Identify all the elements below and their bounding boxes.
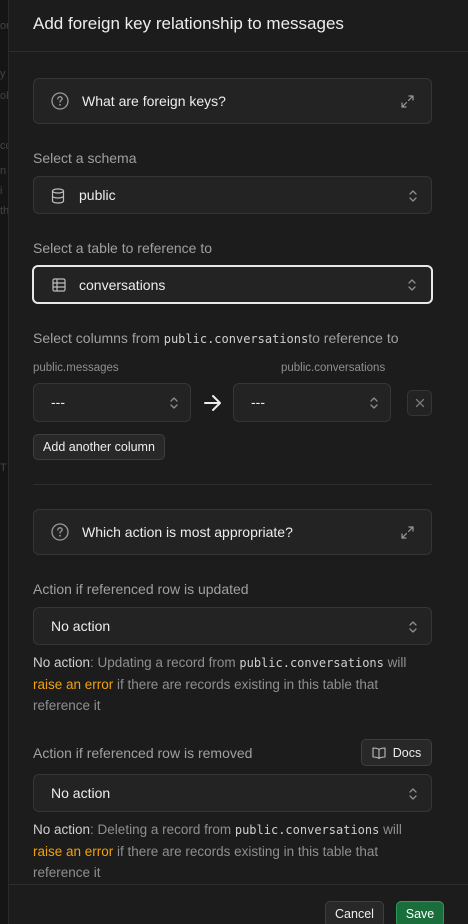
source-column-select[interactable]: --- <box>33 383 191 422</box>
on-update-label: Action if referenced row is updated <box>33 581 249 597</box>
on-update-desc-text: reference it <box>33 698 101 713</box>
on-delete-desc-text: will <box>379 822 402 837</box>
save-button[interactable]: Save <box>396 901 444 924</box>
on-delete-select[interactable]: No action <box>33 774 432 812</box>
panel-title: Add foreign key relationship to messages <box>33 14 344 33</box>
on-delete-desc-text: if there are records existing in this ta… <box>113 844 379 859</box>
foreign-keys-help-label: What are foreign keys? <box>82 93 226 109</box>
backdrop-text: T <box>0 462 7 474</box>
on-delete-desc-text: : Deleting a record from <box>90 822 235 837</box>
panel-footer: Cancel Save <box>9 884 468 924</box>
docs-button-label: Docs <box>392 745 422 760</box>
add-another-column-button[interactable]: Add another column <box>33 434 165 460</box>
cancel-button[interactable]: Cancel <box>325 901 384 924</box>
question-circle-icon <box>51 523 69 541</box>
on-update-desc-strong: No action <box>33 655 91 670</box>
on-delete-description: No action: Deleting a record from public… <box>33 819 432 883</box>
backdrop-text: y <box>0 68 6 80</box>
on-update-select[interactable]: No action <box>33 607 432 645</box>
table-reference-value: conversations <box>79 277 166 293</box>
panel-header: Add foreign key relationship to messages <box>9 0 468 52</box>
table-reference-select[interactable]: conversations <box>32 265 433 304</box>
section-divider <box>33 484 432 485</box>
target-column-value: --- <box>251 394 265 410</box>
on-delete-label: Action if referenced row is removed <box>33 745 253 761</box>
action-help-collapsible[interactable]: Which action is most appropriate? <box>33 509 432 555</box>
database-icon <box>51 188 65 204</box>
close-icon <box>415 398 424 408</box>
source-column-value: --- <box>51 394 65 410</box>
backdrop-text: i <box>0 185 3 197</box>
on-delete-desc-warning: raise an error <box>33 844 114 859</box>
schema-select[interactable]: public <box>33 176 432 214</box>
arrow-right-icon <box>204 395 221 411</box>
chevron-up-down-icon <box>408 279 416 291</box>
columns-label-suffix: to reference to <box>308 330 399 346</box>
on-delete-value: No action <box>51 785 111 801</box>
on-update-desc-code: public.conversations <box>239 656 384 670</box>
table-reference-label: Select a table to reference to <box>33 240 212 256</box>
target-column-select[interactable]: --- <box>233 383 391 422</box>
foreign-keys-help-collapsible[interactable]: What are foreign keys? <box>33 78 432 124</box>
on-update-desc-warning: raise an error <box>33 677 114 692</box>
target-table-header: public.conversations <box>281 362 386 374</box>
expand-arrows-icon[interactable] <box>401 95 414 108</box>
question-circle-icon <box>51 92 69 110</box>
on-delete-desc-strong: No action <box>33 822 91 837</box>
on-update-desc-text: : Updating a record from <box>90 655 240 670</box>
chevron-up-down-icon <box>409 788 417 800</box>
backdrop-text: n <box>0 165 7 177</box>
chevron-up-down-icon <box>170 397 178 409</box>
on-update-desc-text: if there are records existing in this ta… <box>113 677 379 692</box>
chevron-up-down-icon <box>409 190 417 202</box>
source-table-header: public.messages <box>33 362 119 374</box>
columns-label-code: public.conversations <box>163 332 309 346</box>
action-help-label: Which action is most appropriate? <box>82 524 293 540</box>
chevron-up-down-icon <box>370 397 378 409</box>
chevron-up-down-icon <box>409 621 417 633</box>
on-delete-desc-text: reference it <box>33 865 101 880</box>
table-grid-icon <box>52 278 66 292</box>
columns-label-prefix: Select columns from <box>33 330 164 346</box>
book-open-icon <box>372 746 386 759</box>
remove-column-button[interactable] <box>407 390 432 416</box>
on-delete-desc-code: public.conversations <box>234 823 380 837</box>
schema-label: Select a schema <box>33 150 137 166</box>
columns-label: Select columns from public.conversations… <box>33 330 399 346</box>
on-update-value: No action <box>51 618 111 634</box>
on-update-description: No action: Updating a record from public… <box>33 652 432 716</box>
expand-arrows-icon[interactable] <box>401 526 414 539</box>
on-update-desc-text: will <box>383 655 407 670</box>
docs-button[interactable]: Docs <box>361 739 432 766</box>
foreign-key-side-panel: Add foreign key relationship to messages… <box>8 0 468 924</box>
schema-value: public <box>79 187 116 203</box>
